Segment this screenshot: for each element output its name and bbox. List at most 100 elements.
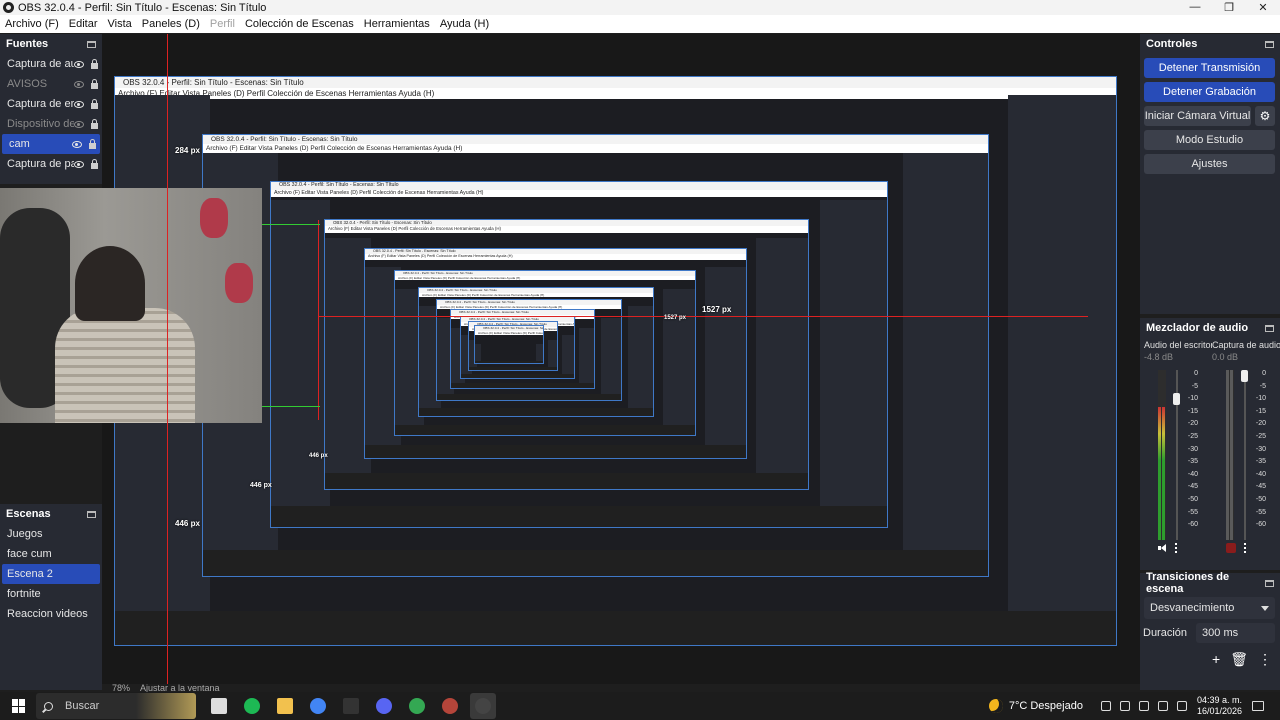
chrome-icon[interactable] — [305, 693, 331, 719]
start-virtual-cam-button[interactable]: Iniciar Cámara Virtual — [1144, 106, 1251, 126]
nested-right-docks — [1007, 95, 1116, 645]
window-controls: — ❐ ✕ — [1178, 1, 1280, 14]
menu-item-6[interactable]: Herramientas — [359, 18, 435, 30]
winrar-icon[interactable] — [437, 693, 463, 719]
undock-icon[interactable] — [87, 510, 96, 518]
undock-icon[interactable] — [1265, 40, 1274, 48]
eye-off-icon[interactable] — [74, 80, 84, 88]
mic-icon[interactable] — [1157, 701, 1168, 711]
meter-bar — [1226, 370, 1229, 540]
source-item[interactable]: Captura de pa — [0, 154, 102, 174]
undock-icon[interactable] — [1265, 324, 1274, 332]
lock-icon[interactable] — [91, 58, 98, 69]
menu-item-1[interactable]: Editar — [64, 18, 103, 30]
eye-icon[interactable] — [74, 160, 84, 168]
discord-icon[interactable] — [371, 693, 397, 719]
webcam-source[interactable] — [0, 188, 262, 423]
source-item[interactable]: Captura de er — [0, 94, 102, 114]
mixer-title: Mezclador de audio — [1146, 322, 1249, 334]
muted-icon[interactable] — [1226, 543, 1236, 553]
menu-item-5[interactable]: Colección de Escenas — [240, 18, 359, 30]
source-item[interactable]: AVISOS — [0, 74, 102, 94]
lock-icon[interactable] — [91, 98, 98, 109]
weather-icon[interactable] — [988, 699, 1003, 713]
clock[interactable]: 04:39 a. m. 16/01/2026 — [1197, 695, 1242, 717]
menu-item-0[interactable]: Archivo (F) — [0, 18, 64, 30]
lock-icon[interactable] — [91, 158, 98, 169]
lock-icon[interactable] — [89, 138, 96, 149]
windows-taskbar: Buscar 7°C Despejado 04:39 a. m. 16/01/2… — [0, 692, 1280, 720]
volume-fader-handle[interactable] — [1241, 370, 1248, 382]
source-item[interactable]: Dispositivo de — [0, 114, 102, 134]
winrar-glyph — [441, 698, 458, 714]
transitions-header: Transiciones de escena — [1140, 571, 1280, 595]
trash-icon[interactable]: 🗑 — [1230, 651, 1248, 668]
undock-icon[interactable] — [87, 40, 96, 48]
menu-item-7[interactable]: Ayuda (H) — [435, 18, 494, 30]
weather-text[interactable]: 7°C Despejado — [1009, 700, 1083, 712]
kebab-menu-icon[interactable] — [1175, 543, 1177, 553]
eye-off-icon[interactable] — [74, 120, 84, 128]
settings-button[interactable]: Ajustes — [1144, 154, 1275, 174]
meter-bar — [1230, 370, 1233, 540]
transition-actions: + 🗑 ⋮ — [1140, 647, 1280, 672]
scene-item[interactable]: fortnite — [0, 584, 102, 604]
scene-item[interactable]: Juegos — [0, 524, 102, 544]
scene-item[interactable]: Escena 2 — [2, 564, 100, 584]
chrome-profile-glyph — [408, 698, 425, 714]
volume-icon[interactable] — [1138, 701, 1149, 711]
scene-item[interactable]: Reaccion videos — [0, 604, 102, 624]
nested-menu: Archivo (F) Editar Vista Paneles (D) Per… — [365, 254, 746, 260]
taskbar-search[interactable]: Buscar — [36, 693, 196, 719]
kebab-menu-icon[interactable] — [1244, 543, 1246, 553]
eye-icon[interactable] — [74, 60, 84, 68]
lock-icon[interactable] — [91, 78, 98, 89]
tick-label: -20 — [1255, 420, 1266, 428]
gear-icon[interactable]: ⚙ — [1255, 106, 1275, 126]
epic-games-icon[interactable] — [338, 693, 364, 719]
nested-taskbar — [115, 610, 1116, 645]
meter-bar — [1158, 407, 1161, 540]
notification-icon[interactable] — [1252, 701, 1264, 711]
eye-icon[interactable] — [74, 100, 84, 108]
chevron-up-icon[interactable] — [1100, 701, 1111, 711]
spotify-icon[interactable] — [239, 693, 265, 719]
restore-button[interactable]: ❐ — [1212, 1, 1246, 14]
headphone-decor — [225, 263, 253, 303]
minimize-button[interactable]: — — [1178, 1, 1212, 14]
source-item[interactable]: Captura de au — [0, 54, 102, 74]
duration-input[interactable]: 300 ms — [1196, 623, 1275, 643]
close-button[interactable]: ✕ — [1246, 1, 1280, 14]
menu-item-4[interactable]: Perfil — [205, 18, 240, 30]
tick-label: -55 — [1187, 508, 1198, 516]
chrome-profile-icon[interactable] — [404, 693, 430, 719]
menu-item-3[interactable]: Paneles (D) — [137, 18, 205, 30]
undock-icon[interactable] — [1265, 579, 1274, 587]
lock-icon[interactable] — [91, 118, 98, 129]
duration-value: 300 ms — [1202, 627, 1239, 639]
person-head — [75, 246, 145, 321]
speaker-icon[interactable] — [1158, 544, 1167, 552]
network-icon[interactable] — [1119, 701, 1130, 711]
tick-label: -25 — [1255, 432, 1266, 440]
scene-item[interactable]: face cum — [0, 544, 102, 564]
nested-title: OBS 32.0.4 - Perfil: Sin Título - Escena… — [203, 135, 988, 145]
volume-fader-handle[interactable] — [1173, 393, 1180, 406]
stop-recording-button[interactable]: Detener Grabación — [1144, 82, 1275, 102]
source-item[interactable]: cam — [2, 134, 100, 154]
studio-mode-button[interactable]: Modo Estudio — [1144, 130, 1275, 150]
nested-menu: Archivo (F) Editar Vista Paneles (D) Per… — [271, 189, 887, 198]
more-icon[interactable]: ⋮ — [1258, 651, 1272, 668]
volume-fader-track[interactable] — [1244, 370, 1246, 540]
eye-icon[interactable] — [72, 140, 82, 148]
file-explorer-icon[interactable] — [272, 693, 298, 719]
transition-select[interactable]: Desvanecimiento — [1144, 597, 1275, 619]
battery-icon[interactable] — [1176, 701, 1187, 711]
nested-right-docks — [704, 267, 746, 458]
windows-start-icon[interactable] — [12, 699, 26, 713]
obs-icon[interactable] — [469, 693, 496, 719]
menu-item-2[interactable]: Vista — [103, 18, 137, 30]
add-icon[interactable]: + — [1212, 651, 1220, 668]
stop-stream-button[interactable]: Detener Transmisión — [1144, 58, 1275, 78]
task-view-icon[interactable] — [206, 693, 232, 719]
